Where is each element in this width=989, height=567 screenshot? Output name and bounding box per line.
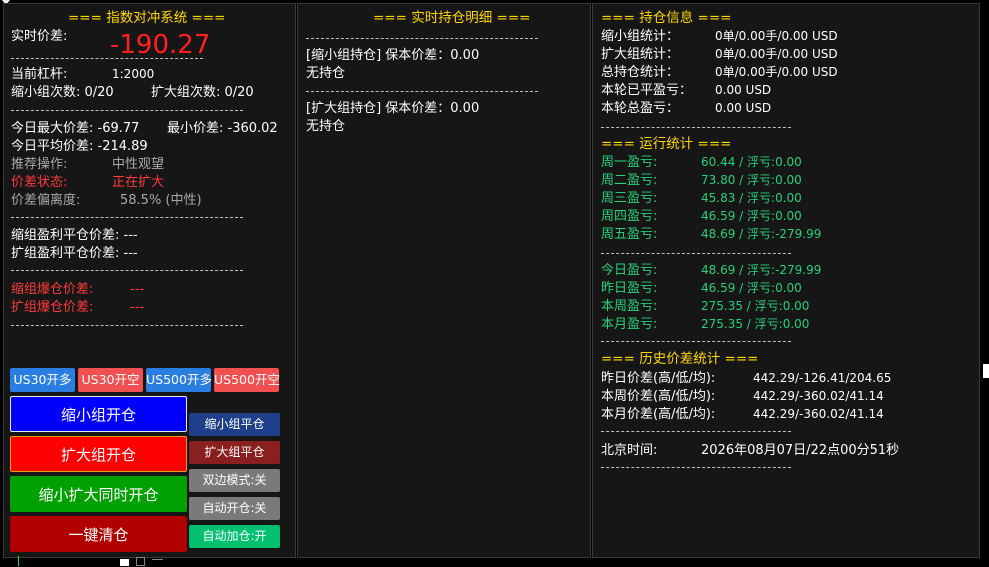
divider: [601, 127, 791, 128]
holding-row-label: 本轮已平盈亏：: [601, 83, 693, 98]
history-row-value: 442.29/-360.02/41.14: [753, 389, 884, 403]
expand-count: 扩大组次数: 0/20: [151, 85, 254, 100]
holdings-title: === 持仓信息 ===: [601, 10, 732, 26]
history-row-label: 昨日价差(高/低/均):: [601, 371, 716, 386]
hedge-system-panel: === 指数对冲系统 === 实时价差: -190.27 当前杠杆: 1:200…: [3, 3, 296, 558]
edge-marker: [983, 364, 989, 378]
period-row-value: 48.69 / 浮亏:-279.99: [701, 263, 822, 277]
spread-status-label: 价差状态:: [11, 175, 68, 190]
holding-row-value: 0.00 USD: [715, 101, 772, 115]
shrink-take-profit: 缩组盈利平仓价差: ---: [11, 228, 138, 243]
chart-marker: [136, 557, 145, 566]
history-row-value: 442.29/-360.02/41.14: [753, 407, 884, 421]
divider: [11, 58, 203, 59]
panel-title: === 指数对冲系统 ===: [68, 10, 226, 26]
shrink-liquidation-value: ---: [130, 282, 145, 297]
period-row-value: 275.35 / 浮亏:0.00: [701, 299, 810, 313]
period-row-label: 本周盈亏:: [601, 299, 658, 314]
divider: [601, 253, 791, 254]
divider: [601, 431, 791, 432]
leverage-label: 当前杠杆:: [11, 67, 68, 82]
spread-label: 实时价差:: [11, 29, 68, 44]
close-all-button[interactable]: 一键清仓: [10, 516, 187, 552]
us500-long-button[interactable]: US500开多: [146, 368, 212, 392]
min-spread: 最小价差: -360.02: [167, 121, 278, 136]
holding-row-label: 缩小组统计：: [601, 29, 680, 44]
weekday-row-label: 周二盈亏:: [601, 173, 658, 188]
weekday-row-label: 周一盈亏:: [601, 155, 658, 170]
divider: [306, 38, 538, 39]
period-row-value: 275.35 / 浮亏:0.00: [701, 317, 810, 331]
positions-detail-panel: === 实时持仓明细 === [缩小组持仓] 保本价差：0.00 无持仓 [扩大…: [297, 3, 591, 558]
shrink-position-state: 无持仓: [306, 66, 346, 81]
chart-line-fragment: [18, 556, 19, 566]
shrink-count: 缩小组次数: 0/20: [11, 85, 114, 100]
period-row-label: 昨日盈亏:: [601, 281, 658, 296]
divider: [11, 110, 243, 111]
dual-mode-toggle[interactable]: 双边模式:关: [189, 469, 280, 492]
history-row-label: 本周价差(高/低/均):: [601, 389, 716, 404]
shrink-group-close-button[interactable]: 缩小组平仓: [189, 413, 280, 436]
recommend-label: 推荐操作:: [11, 157, 68, 172]
weekday-row-label: 周四盈亏:: [601, 209, 658, 224]
holding-row-value: 0.00 USD: [715, 83, 772, 97]
shrink-group-open-button[interactable]: 缩小组开仓: [10, 396, 187, 432]
beijing-time-value: 2026年08月07日/22点00分51秒: [701, 443, 900, 458]
divider: [11, 270, 243, 271]
today-max-spread: 今日最大价差: -69.77: [11, 121, 140, 136]
history-row-value: 442.29/-126.41/204.65: [753, 371, 892, 385]
weekday-row-label: 周三盈亏:: [601, 191, 658, 206]
history-title: === 历史价差统计 ===: [601, 351, 759, 367]
weekday-row-value: 46.59 / 浮亏:0.00: [701, 209, 802, 223]
spread-value: -190.27: [110, 30, 211, 60]
chart-marker: [120, 559, 129, 566]
expand-liquidation-label: 扩组爆仓价差:: [11, 300, 94, 315]
both-open-button[interactable]: 缩小扩大同时开仓: [10, 476, 187, 512]
period-row-label: 今日盈亏:: [601, 263, 658, 278]
weekday-row-value: 45.83 / 浮亏:0.00: [701, 191, 802, 205]
divider: [601, 467, 791, 468]
weekday-row-value: 48.69 / 浮亏:-279.99: [701, 227, 822, 241]
holding-row-label: 本轮总盈亏：: [601, 101, 680, 116]
weekday-row-label: 周五盈亏:: [601, 227, 658, 242]
expand-liquidation-value: ---: [130, 300, 145, 315]
expand-group-open-button[interactable]: 扩大组开仓: [10, 436, 187, 472]
expand-position-state: 无持仓: [306, 119, 346, 134]
divider: [11, 217, 243, 218]
us30-short-button[interactable]: US30开空: [78, 368, 143, 392]
expand-position-header: [扩大组持仓] 保本价差：0.00: [306, 101, 480, 116]
spread-status-value: 正在扩大: [112, 175, 165, 190]
divider: [306, 91, 538, 92]
divider: [11, 325, 243, 326]
today-avg-spread: 今日平均价差: -214.89: [11, 139, 148, 154]
auto-add-toggle[interactable]: 自动加仓:开: [189, 525, 280, 548]
holding-row-value: 0单/0.00手/0.00 USD: [715, 29, 838, 43]
us30-long-button[interactable]: US30开多: [10, 368, 75, 392]
divider: [601, 341, 791, 342]
holding-row-label: 扩大组统计：: [601, 47, 680, 62]
leverage-value: 1:2000: [112, 67, 155, 81]
shrink-position-header: [缩小组持仓] 保本价差：0.00: [306, 48, 480, 63]
history-row-label: 本月价差(高/低/均):: [601, 407, 716, 422]
holding-row-value: 0单/0.00手/0.00 USD: [715, 47, 838, 61]
panel-title: === 实时持仓明细 ===: [373, 10, 531, 26]
deviation-value: 58.5% (中性): [120, 193, 202, 208]
run-stats-title: === 运行统计 ===: [601, 136, 732, 152]
expand-take-profit: 扩组盈利平仓价差: ---: [11, 246, 138, 261]
beijing-time-label: 北京时间:: [601, 443, 658, 458]
statistics-panel: === 持仓信息 === 缩小组统计： 0单/0.00手/0.00 USD 扩大组统…: [592, 3, 980, 558]
shrink-liquidation-label: 缩组爆仓价差:: [11, 282, 94, 297]
holding-row-label: 总持仓统计：: [601, 65, 680, 80]
period-row-value: 46.59 / 浮亏:0.00: [701, 281, 802, 295]
holding-row-value: 0单/0.00手/0.00 USD: [715, 65, 838, 79]
auto-open-toggle[interactable]: 自动开仓:关: [189, 497, 280, 520]
recommend-value: 中性观望: [112, 157, 165, 172]
deviation-label: 价差偏离度:: [11, 193, 81, 208]
us500-short-button[interactable]: US500开空: [214, 368, 280, 392]
weekday-row-value: 73.80 / 浮亏:0.00: [701, 173, 802, 187]
period-row-label: 本月盈亏:: [601, 317, 658, 332]
weekday-row-value: 60.44 / 浮亏:0.00: [701, 155, 802, 169]
expand-group-close-button[interactable]: 扩大组平仓: [189, 441, 280, 464]
